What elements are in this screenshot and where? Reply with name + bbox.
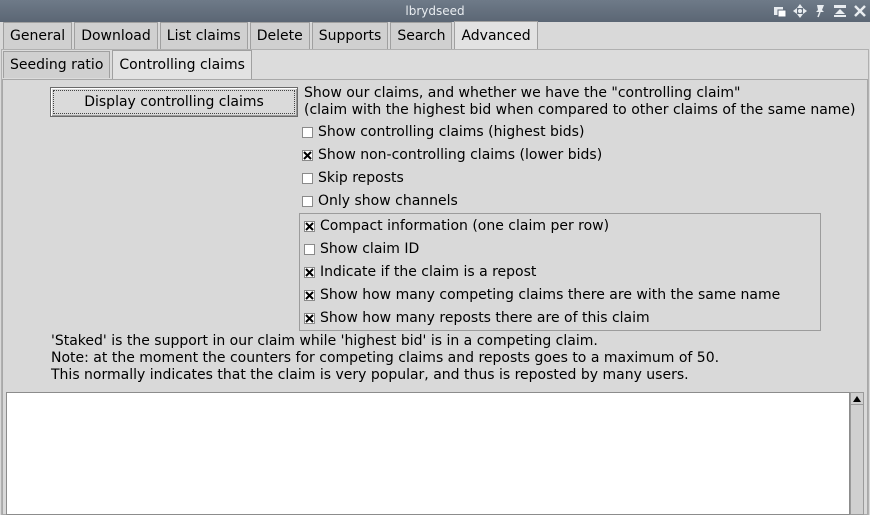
- description-line: Show our claims, and whether we have the…: [304, 85, 741, 101]
- tab-general[interactable]: General: [3, 22, 73, 49]
- note-line: This normally indicates that the claim i…: [51, 367, 689, 383]
- checkbox-checked[interactable]: [304, 312, 315, 324]
- checkbox-checked[interactable]: [304, 289, 315, 301]
- option-label: Compact information (one claim per row): [320, 218, 610, 234]
- option-show-controlling[interactable]: Show controlling claims (highest bids): [302, 123, 584, 141]
- tab-advanced[interactable]: Advanced: [454, 21, 538, 50]
- checkbox-checked[interactable]: [302, 149, 313, 161]
- description-line: (claim with the highest bid when compare…: [304, 102, 856, 118]
- main-tabbar: General Download List claims Delete Supp…: [3, 21, 540, 50]
- check-x-icon: [305, 267, 314, 277]
- check-x-icon: [305, 221, 314, 231]
- pin-icon[interactable]: [811, 2, 828, 19]
- option-indicate-repost[interactable]: Indicate if the claim is a repost: [304, 263, 536, 281]
- window-title: lbrydseed: [405, 4, 465, 18]
- move-icon[interactable]: [791, 2, 808, 19]
- option-label: Show claim ID: [320, 241, 420, 257]
- vertical-scrollbar[interactable]: [850, 392, 864, 515]
- option-label: Only show channels: [318, 193, 458, 209]
- window-titlebar: lbrydseed: [0, 0, 870, 22]
- restore-icon[interactable]: [771, 2, 788, 19]
- tab-search[interactable]: Search: [390, 22, 453, 49]
- checkbox[interactable]: [302, 172, 313, 184]
- checkbox[interactable]: [302, 126, 313, 138]
- option-compact-info[interactable]: Compact information (one claim per row): [304, 217, 609, 235]
- window-controls: [771, 2, 868, 19]
- note-line: 'Staked' is the support in our claim whi…: [51, 333, 598, 349]
- option-label: Show controlling claims (highest bids): [318, 124, 585, 140]
- checkbox-checked[interactable]: [304, 266, 315, 278]
- tab-delete[interactable]: Delete: [249, 22, 310, 49]
- option-label: Show how many competing claims there are…: [320, 287, 781, 303]
- display-controlling-claims-button[interactable]: Display controlling claims: [50, 87, 298, 117]
- option-label: Skip reposts: [318, 170, 404, 186]
- check-x-icon: [305, 290, 314, 300]
- scroll-up-arrow-icon[interactable]: [851, 393, 863, 405]
- note-line: Note: at the moment the counters for com…: [51, 350, 720, 366]
- checkbox[interactable]: [304, 243, 315, 255]
- description: Show our claims, and whether we have the…: [304, 85, 856, 119]
- close-icon[interactable]: [851, 2, 868, 19]
- output-textarea[interactable]: [6, 392, 850, 515]
- check-x-icon: [305, 313, 314, 323]
- notes: 'Staked' is the support in our claim whi…: [51, 333, 719, 384]
- tab-seeding-ratio[interactable]: Seeding ratio: [3, 51, 111, 78]
- option-skip-reposts[interactable]: Skip reposts: [302, 169, 404, 187]
- option-show-claim-id[interactable]: Show claim ID: [304, 240, 419, 258]
- checkbox[interactable]: [302, 195, 313, 207]
- sub-tabbar: Seeding ratio Controlling claims: [3, 50, 254, 79]
- check-x-icon: [303, 150, 312, 160]
- option-label: Show non-controlling claims (lower bids): [318, 147, 603, 163]
- option-show-non-controlling[interactable]: Show non-controlling claims (lower bids): [302, 146, 602, 164]
- option-repost-count[interactable]: Show how many reposts there are of this …: [304, 309, 650, 327]
- tab-supports[interactable]: Supports: [311, 22, 389, 49]
- option-only-channels[interactable]: Only show channels: [302, 192, 458, 210]
- option-label: Indicate if the claim is a repost: [320, 264, 537, 280]
- tab-controlling-claims[interactable]: Controlling claims: [112, 50, 252, 79]
- option-competing-claims[interactable]: Show how many competing claims there are…: [304, 286, 780, 304]
- shade-icon[interactable]: [831, 2, 848, 19]
- tab-list-claims[interactable]: List claims: [159, 22, 248, 49]
- option-label: Show how many reposts there are of this …: [320, 310, 650, 326]
- checkbox-checked[interactable]: [304, 220, 315, 232]
- tab-download[interactable]: Download: [74, 22, 158, 49]
